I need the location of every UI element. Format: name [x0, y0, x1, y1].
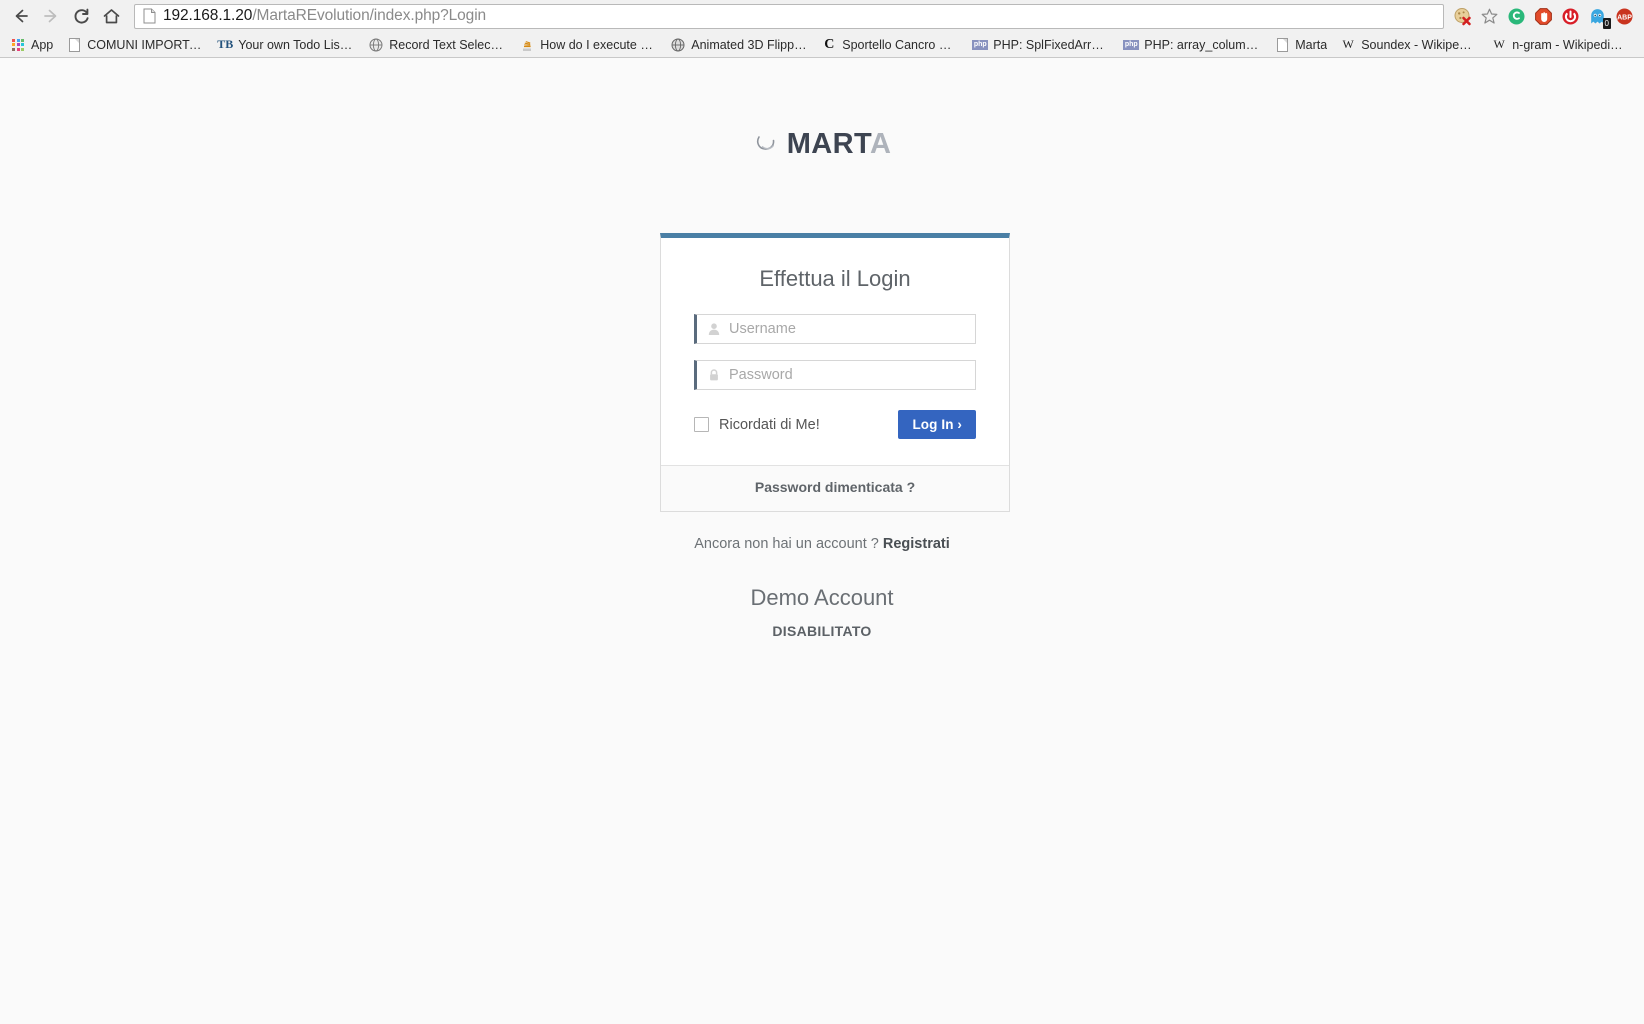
- bookmark-sportello-cancro[interactable]: C Sportello Cancro Co...: [815, 34, 965, 55]
- below-panel-section: Ancora non hai un account ? Registrati D…: [0, 536, 1644, 639]
- bookmark-label: PHP: SplFixedArray -...: [993, 37, 1111, 52]
- password-field-wrapper[interactable]: [694, 360, 976, 390]
- url-text: 192.168.1.20/MartaREvolution/index.php?L…: [163, 7, 486, 25]
- bookmark-label: n-gram - Wikipedia,...: [1512, 37, 1630, 52]
- wikipedia-icon: W: [1342, 37, 1354, 51]
- bookmark-label: PHP: array_column ...: [1144, 37, 1262, 52]
- login-panel: Effettua il Login Username Ricordati di …: [660, 233, 1010, 512]
- address-bar[interactable]: 192.168.1.20/MartaREvolution/index.php?L…: [134, 3, 1444, 29]
- adblock-plus-icon[interactable]: ABP: [1614, 6, 1634, 26]
- globe-icon: [368, 37, 384, 53]
- home-button[interactable]: [96, 2, 126, 30]
- username-input[interactable]: [729, 315, 975, 343]
- username-field-wrapper[interactable]: [694, 314, 976, 344]
- back-button[interactable]: [6, 2, 36, 30]
- document-icon: [66, 37, 82, 53]
- php-icon: php: [972, 39, 989, 50]
- document-icon: [1274, 37, 1290, 53]
- forward-button[interactable]: [36, 2, 66, 30]
- browser-chrome: 192.168.1.20/MartaREvolution/index.php?L…: [0, 0, 1644, 58]
- demo-account-status: DISABILITATO: [772, 623, 872, 639]
- login-panel-footer: Password dimenticata ?: [661, 465, 1009, 511]
- login-title: Effettua il Login: [759, 266, 911, 291]
- brand-name-dark: MART: [786, 128, 870, 160]
- remember-me-group[interactable]: Ricordati di Me!: [694, 417, 820, 433]
- password-input[interactable]: [729, 361, 975, 389]
- bookmark-how-do-i-execute[interactable]: How do I execute m...: [513, 34, 663, 55]
- bookmark-label: Marta: [1295, 37, 1328, 52]
- bookmark-php-array-column[interactable]: php PHP: array_column ...: [1117, 34, 1267, 55]
- bookmark-label: App: [31, 37, 54, 52]
- brand-name-light: A: [869, 128, 892, 160]
- ghostery-badge: 0: [1602, 18, 1611, 29]
- url-host: 192.168.1.20: [163, 7, 253, 24]
- register-link[interactable]: Registrati: [883, 536, 950, 552]
- demo-account-title: Demo Account: [750, 585, 894, 610]
- bookmark-label: Sportello Cancro Co...: [842, 37, 960, 52]
- forgot-password-link[interactable]: Password dimenticata ?: [755, 479, 915, 495]
- c-icon: C: [824, 36, 835, 52]
- url-path: /MartaREvolution/index.php?Login: [252, 7, 487, 24]
- lock-icon: [706, 368, 721, 383]
- remember-me-label: Ricordati di Me!: [719, 416, 820, 433]
- php-icon: php: [1123, 39, 1140, 50]
- bookmark-record-text-selection[interactable]: Record Text Selectio...: [362, 34, 512, 55]
- ghostery-icon[interactable]: 0: [1587, 6, 1611, 29]
- login-panel-body: Effettua il Login Username Ricordati di …: [661, 238, 1009, 465]
- bookmarks-bar: App COMUNI IMPORTA... TB Your own Todo L…: [0, 32, 1644, 57]
- remember-me-checkbox[interactable]: [694, 417, 709, 432]
- apps-grid-icon: [10, 37, 26, 53]
- page-document-icon: [143, 8, 156, 24]
- bookmark-label: Your own Todo List ...: [238, 37, 356, 52]
- extension-icons: 0 ABP: [1448, 6, 1638, 29]
- reload-icon: [74, 8, 89, 24]
- globe-icon: [670, 37, 686, 53]
- red-shield-extension-icon[interactable]: [1560, 6, 1580, 26]
- bookmark-label: Animated 3D Flippin...: [691, 37, 809, 52]
- bookmark-apps[interactable]: App: [4, 34, 59, 55]
- tb-icon: TB: [217, 37, 234, 51]
- stop-hand-extension-icon[interactable]: [1533, 6, 1553, 26]
- bookmark-soundex-wikipedia[interactable]: W Soundex - Wikipedia...: [1334, 34, 1484, 55]
- wikipedia-icon: W: [1493, 37, 1505, 51]
- login-button[interactable]: Log In ›: [898, 410, 976, 439]
- bookmark-comuni-importa[interactable]: COMUNI IMPORTA...: [60, 34, 210, 55]
- reload-button[interactable]: [66, 2, 96, 30]
- bookmark-marta[interactable]: Marta: [1268, 34, 1333, 55]
- bookmark-ngram-wikipedia[interactable]: W n-gram - Wikipedia,...: [1485, 34, 1635, 55]
- back-arrow-icon: [15, 9, 28, 23]
- bookmark-label: Soundex - Wikipedia...: [1361, 37, 1479, 52]
- brand-header: MARTA: [0, 58, 1644, 159]
- green-circle-extension-icon[interactable]: [1506, 6, 1526, 26]
- brand-name: MARTA: [787, 130, 892, 159]
- bookmark-star-icon[interactable]: [1479, 6, 1499, 26]
- page-viewport: MARTA Effettua il Login Username Ricorda…: [0, 58, 1644, 1024]
- bookmark-php-splfixedarray[interactable]: php PHP: SplFixedArray -...: [966, 34, 1116, 55]
- signup-prompt-text: Ancora non hai un account ?: [694, 536, 879, 552]
- svg-text:ABP: ABP: [1617, 14, 1632, 21]
- crescent-swoosh-icon: [753, 131, 779, 159]
- bookmark-animated-3d-flipping[interactable]: Animated 3D Flippin...: [664, 34, 814, 55]
- forward-arrow-icon: [44, 9, 57, 23]
- login-actions-row: Ricordati di Me! Log In ›: [694, 410, 976, 439]
- signup-prompt: Ancora non hai un account ? Registrati: [0, 536, 1644, 552]
- browser-toolbar: 192.168.1.20/MartaREvolution/index.php?L…: [0, 0, 1644, 32]
- bookmark-label: Record Text Selectio...: [389, 37, 507, 52]
- cookie-blocker-icon[interactable]: [1452, 6, 1472, 26]
- home-icon: [103, 8, 119, 23]
- user-icon: [706, 322, 721, 337]
- bookmark-your-own-todo-list[interactable]: TB Your own Todo List ...: [211, 34, 361, 55]
- bookmark-label: How do I execute m...: [540, 37, 658, 52]
- bookmark-label: COMUNI IMPORTA...: [87, 37, 205, 52]
- stackoverflow-icon: [519, 37, 535, 53]
